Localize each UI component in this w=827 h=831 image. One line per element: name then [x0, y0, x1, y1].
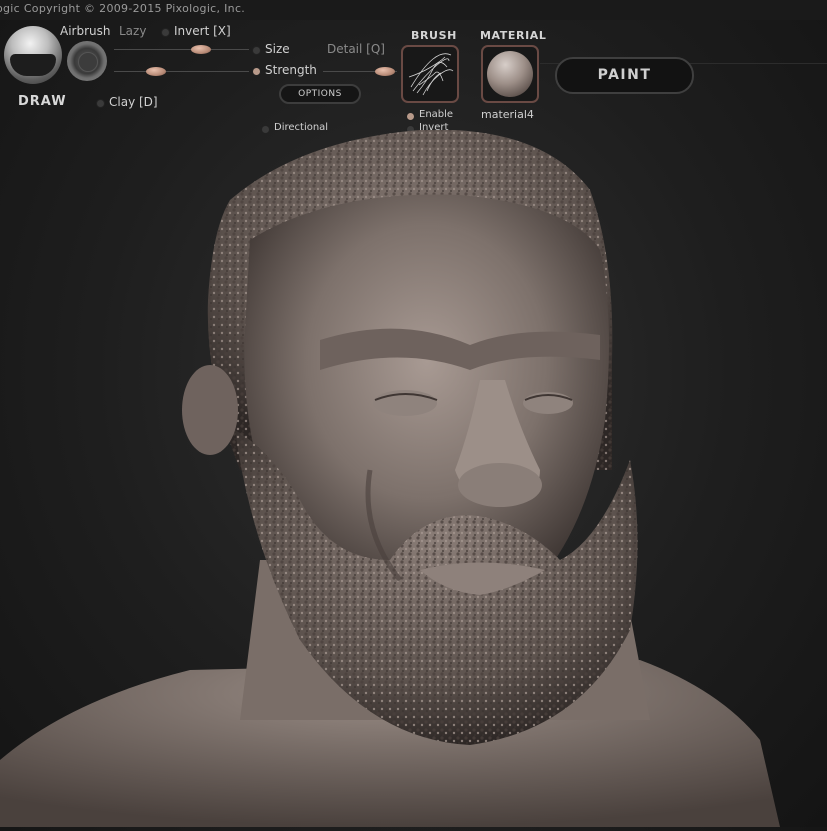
invert-toggle[interactable] — [161, 28, 170, 37]
brush-alpha-thumbnail[interactable] — [401, 45, 459, 103]
paint-button[interactable]: PAINT — [555, 57, 694, 94]
size-label: Size — [265, 42, 290, 56]
clay-toggle[interactable] — [96, 99, 105, 108]
title-bar: ogic Copyright © 2009-2015 Pixologic, In… — [0, 0, 827, 20]
strength-slider-handle[interactable] — [146, 67, 166, 76]
material-panel-title: MATERIAL — [480, 29, 547, 42]
material-thumbnail[interactable] — [481, 45, 539, 103]
airbrush-label: Airbrush — [60, 24, 111, 38]
brush-stroke-icon — [408, 53, 454, 96]
airbrush-icon[interactable] — [67, 41, 107, 81]
size-slider-handle[interactable] — [191, 45, 211, 54]
clay-label: Clay [D] — [109, 95, 158, 109]
sculpted-head-model — [0, 129, 780, 827]
brush-panel-title: BRUSH — [411, 29, 457, 42]
draw-brush-icon[interactable] — [4, 26, 62, 84]
brush-enable-toggle[interactable] — [406, 112, 415, 121]
sculpt-viewport[interactable] — [0, 129, 827, 827]
lazy-label: Lazy — [119, 24, 147, 38]
detail-slider-handle[interactable] — [375, 67, 395, 76]
brush-enable-label: Enable — [419, 109, 454, 120]
size-toggle[interactable] — [252, 46, 261, 55]
detail-label: Detail [Q] — [327, 42, 385, 56]
invert-label: Invert [X] — [174, 24, 231, 38]
strength-label: Strength — [265, 63, 317, 77]
strength-toggle[interactable] — [252, 67, 261, 76]
size-slider-track[interactable] — [114, 49, 249, 50]
material-name: material4 — [481, 108, 534, 121]
options-button[interactable]: OPTIONS — [279, 84, 361, 104]
copyright-text: ogic Copyright © 2009-2015 Pixologic, In… — [0, 2, 246, 15]
draw-brush-label: DRAW — [18, 94, 67, 109]
strength-slider-track[interactable] — [114, 71, 249, 72]
